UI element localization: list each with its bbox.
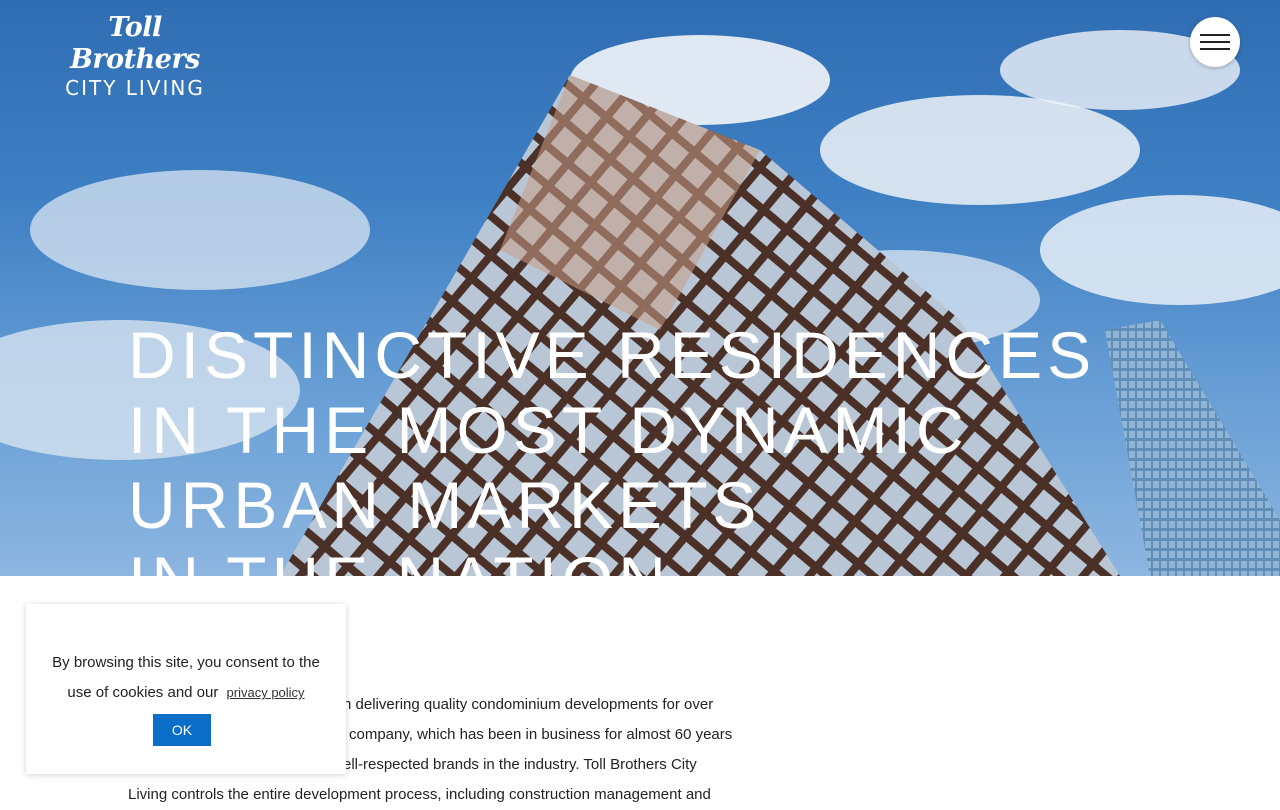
- cookie-banner: By browsing this site, you consent to th…: [26, 604, 346, 774]
- headline-line: DISTINCTIVE RESIDENCES: [128, 318, 1097, 392]
- privacy-policy-link[interactable]: privacy policy: [227, 685, 305, 700]
- hero-section: Toll Brothers CITY LIVING DISTINCTIVE RE…: [0, 0, 1280, 576]
- logo-brand: Toll Brothers: [70, 12, 200, 75]
- cookie-message: By browsing this site, you consent to th…: [26, 604, 346, 708]
- cookie-ok-button[interactable]: OK: [153, 714, 211, 746]
- hero-headline: DISTINCTIVE RESIDENCES IN THE MOST DYNAM…: [128, 318, 1096, 576]
- logo[interactable]: Toll Brothers CITY LIVING: [40, 12, 230, 100]
- logo-subtitle: CITY LIVING: [65, 76, 205, 100]
- headline-line: IN THE MOST DYNAMIC: [128, 393, 969, 467]
- intro-line: Living controls the entire development p…: [128, 786, 711, 803]
- headline-line: IN THE NATION: [128, 543, 1096, 576]
- menu-button[interactable]: [1190, 17, 1240, 67]
- headline-line: URBAN MARKETS: [128, 468, 762, 542]
